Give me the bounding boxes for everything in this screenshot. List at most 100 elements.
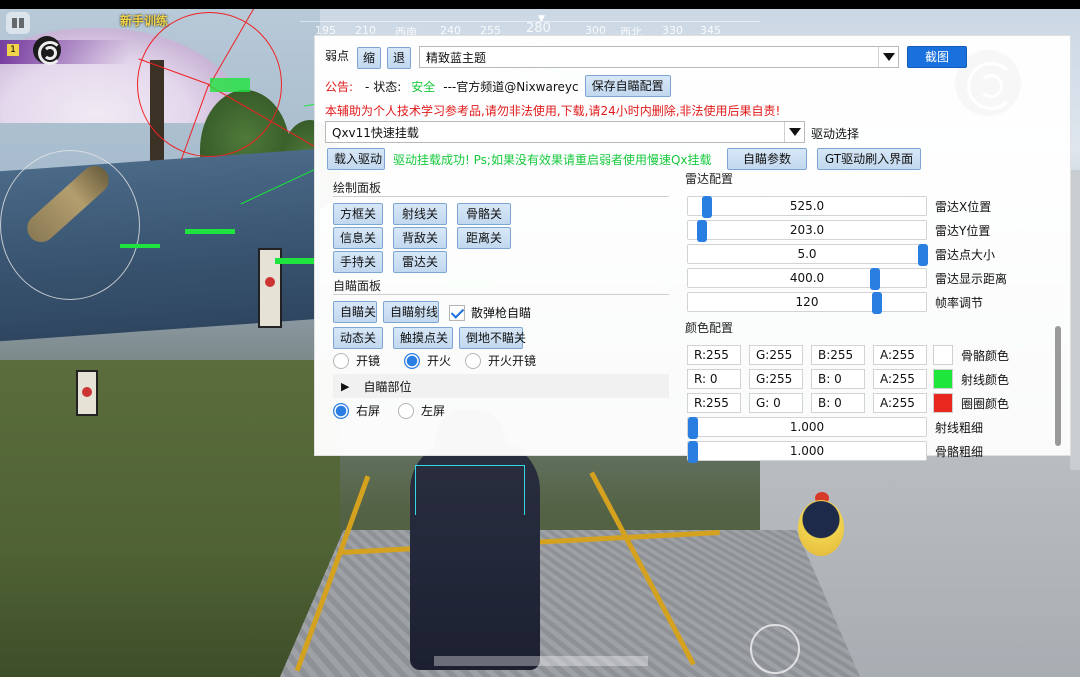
color-a-field[interactable]: A:255 [873,369,927,389]
info-toggle[interactable]: 信息关 [333,227,383,249]
distance-toggle[interactable]: 距离关 [457,227,511,249]
menu-icon[interactable] [6,12,30,34]
slider-label: 骨骼粗细 [935,445,984,459]
radar-toggle[interactable]: 雷达关 [393,251,447,273]
save-aim-config-button[interactable]: 保存自瞄配置 [584,75,671,97]
cheat-menu-panel: 弱点 缩 退 精致蓝主题 截图 公告: - 状态: 安全 ---官方频道@Nix… [314,35,1071,463]
color-swatch[interactable] [933,369,953,389]
triangle-right-icon: ▶ [341,379,350,393]
fire-button-icon[interactable] [750,624,800,674]
level-badge: 1 [7,44,19,56]
radar-ring [0,150,140,300]
theme-value: 精致蓝主题 [426,50,487,65]
value-slider[interactable]: 5.0 [687,244,928,266]
chick-mascot [798,500,844,556]
slider-value: 1.000 [789,444,825,458]
driver-status-message: 驱动挂载成功! Ps;如果没有效果请重启弱者使用慢速Qx挂载 [393,153,712,167]
skeleton-toggle[interactable]: 骨骼关 [457,203,511,225]
color-a-field[interactable]: A:255 [873,345,927,365]
no-aim-downed-toggle[interactable]: 倒地不瞄关 [459,327,526,349]
radar-config-title: 雷达配置 [685,172,734,186]
panel-scrollbar[interactable] [1055,326,1061,446]
slider-label: 帧率调节 [935,296,984,310]
color-b-field[interactable]: B: 0 [811,393,865,413]
color-a-field[interactable]: A:255 [873,393,927,413]
line-toggle[interactable]: 射线关 [393,203,447,225]
aim-params-button[interactable]: 自瞄参数 [727,148,807,170]
color-swatch[interactable] [933,345,953,365]
mission-banner [0,40,130,64]
value-slider[interactable]: 203.0 [687,220,927,242]
gt-driver-button[interactable]: GT驱动刷入界面 [817,148,921,170]
slider-label: 雷达X位置 [935,200,992,214]
screenshot-button[interactable]: 截图 [907,46,967,68]
slider-label: 雷达点大小 [935,248,996,262]
driver-select-label: 驱动选择 [811,127,860,141]
right-screen-radio[interactable] [333,402,349,419]
exit-button[interactable]: 退 [387,47,411,69]
spiral-logo-icon [33,36,62,65]
color-g-field[interactable]: G:255 [749,345,803,365]
divider [333,196,669,197]
slider-value: 525.0 [789,199,825,213]
left-screen-radio[interactable] [398,402,414,419]
dynamic-toggle[interactable]: 动态关 [333,327,383,349]
value-slider[interactable]: 1.000 [687,417,927,439]
scope-radio[interactable] [333,352,349,369]
color-b-field[interactable]: B:255 [811,345,865,365]
color-config-title: 颜色配置 [685,321,734,335]
fire-label: 开火 [427,354,452,368]
compass-heading: 280 [526,21,551,36]
color-swatch[interactable] [933,393,953,413]
color-b-field[interactable]: B: 0 [811,369,865,389]
fire-radio[interactable] [404,352,420,369]
shooting-target [76,370,98,416]
driver-select[interactable]: Qxv11快速挂载 [325,121,805,143]
aim-toggle[interactable]: 自瞄关 [333,301,377,323]
value-slider[interactable]: 120 [687,292,927,314]
color-r-field[interactable]: R:255 [687,345,741,365]
slider-label: 雷达Y位置 [935,224,991,238]
notice-label: 公告: [325,79,354,94]
color-g-field[interactable]: G:255 [749,369,803,389]
grass-field [0,360,340,677]
esp-bar [185,229,235,234]
value-slider[interactable]: 1.000 [687,441,927,463]
slider-label: 雷达显示距离 [935,272,1008,286]
status-value: 安全 [411,79,436,94]
value-slider[interactable]: 525.0 [687,196,927,218]
hotbar-strip [434,656,648,666]
box-toggle[interactable]: 方框关 [333,203,383,225]
disclaimer-text: 本辅助为个人技术学习参考品,请勿非法使用,下载,请24小时内删除,非法使用后果自… [325,104,781,118]
left-screen-label: 左屏 [421,404,446,418]
color-r-field[interactable]: R:255 [687,393,741,413]
aim-part-expander[interactable]: ▶ 自瞄部位 [333,374,669,398]
slider-value: 203.0 [789,223,825,237]
fire-scope-label: 开火开镜 [488,354,537,368]
building-edge [1070,170,1080,470]
aim-part-label: 自瞄部位 [363,379,412,394]
shrink-button[interactable]: 缩 [357,47,381,69]
theme-select[interactable]: 精致蓝主题 [419,46,899,68]
chevron-down-icon[interactable] [784,122,804,142]
color-r-field[interactable]: R: 0 [687,369,741,389]
esp-bar [120,244,160,248]
color-g-field[interactable]: G: 0 [749,393,803,413]
color-label: 骨骼颜色 [961,349,1010,363]
color-label: 圈圈颜色 [961,397,1010,411]
aim-line-toggle[interactable]: 自瞄射线 [383,301,439,323]
color-label: 射线颜色 [961,373,1010,387]
value-slider[interactable]: 400.0 [687,268,927,290]
load-driver-button[interactable]: 载入驱动 [327,148,385,170]
touch-point-toggle[interactable]: 触摸点关 [393,327,453,349]
chevron-down-icon[interactable] [878,47,898,67]
right-screen-label: 右屏 [356,404,381,418]
back-enemy-toggle[interactable]: 背敌关 [393,227,447,249]
status-bar [0,0,1080,9]
status-prefix: - 状态: [365,79,402,94]
aim-box [415,465,525,515]
slider-label: 射线粗细 [935,421,984,435]
scatter-aim-checkbox[interactable] [449,304,465,321]
fire-scope-radio[interactable] [465,352,481,369]
held-item-toggle[interactable]: 手持关 [333,251,383,273]
